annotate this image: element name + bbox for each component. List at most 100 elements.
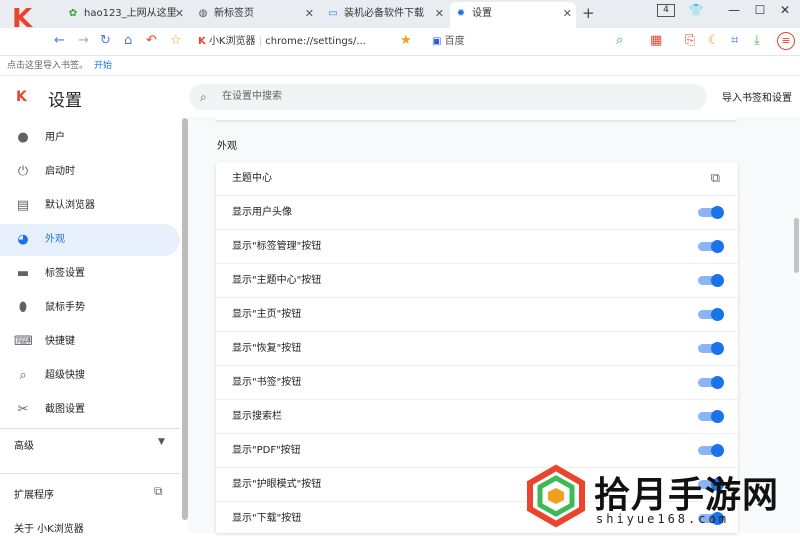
search-engine-box[interactable]: ▣ 百度 [432,31,622,53]
restore-icon[interactable]: ↶ [146,32,157,50]
address-bar[interactable]: K 小K浏览器 | chrome://settings/... [198,31,420,53]
baidu-icon: ▣ [432,36,442,47]
search-engine-label: 百度 [444,36,465,47]
toolbar: ← → ↻ ⌂ ↶ ☆ K 小K浏览器 | chrome://settings/… [0,28,800,56]
shirt-icon[interactable]: 👕 [686,3,706,17]
sidebar-item-super-search[interactable]: ⌕ 超级快搜 [0,360,180,392]
content-scrollbar[interactable] [794,218,799,273]
forward-icon[interactable]: → [78,32,89,50]
pdf-icon[interactable]: ⎘ [685,32,695,50]
sidebar-item-mouse-gesture[interactable]: ⬮ 鼠标手势 [0,292,180,324]
watermark-domain: shiyue168.com [596,512,729,526]
row-label: 显示"书签"按钮 [232,377,302,388]
sidebar-item-tabs[interactable]: ▬ 标签设置 [0,258,180,290]
sidebar-item-advanced[interactable]: 高级 ▼ [14,437,165,452]
row-label: 显示"恢复"按钮 [232,343,302,354]
bookmark-bar: 点击这里导入书签。 开始 [0,56,800,76]
settings-search-input[interactable]: ⌕ 在设置中搜索 [189,84,707,110]
sidebar-item-user[interactable]: ● 用户 [0,122,180,154]
sidebar-item-screenshot[interactable]: ✂ 截图设置 [0,394,180,426]
minimize-button[interactable]: — [724,3,744,17]
show-theme-center-row: 显示"主题中心"按钮 [216,264,738,298]
search-icon: ⌕ [200,90,207,104]
tab-hao123[interactable]: ✿ hao123_上网从这里 ✕ [62,2,188,28]
show-theme-center-toggle[interactable] [698,274,724,287]
bookmark-import-link[interactable]: 开始 [94,61,112,71]
show-restore-toggle[interactable] [698,342,724,355]
tab-count: 4 [663,5,669,15]
external-link-icon[interactable]: ⧉ [711,162,720,196]
address-prefix: 小K浏览器 [208,36,256,47]
previous-section-card [216,117,736,120]
row-label: 显示"下载"按钮 [232,513,302,524]
show-avatar-toggle[interactable] [698,206,724,219]
toggle-knob [711,240,724,253]
tab-software[interactable]: ▭ 装机必备软件下载 ✕ [322,2,448,28]
sidebar-item-extensions[interactable]: 扩展程序 ⧉ [14,484,163,501]
k-logo-icon: K [16,89,27,105]
show-bookmarks-toggle[interactable] [698,376,724,389]
bookmark-star-icon[interactable]: ☆ [170,32,182,50]
close-icon[interactable]: ✕ [563,2,572,26]
crop-icon[interactable]: ⌗ [731,32,738,50]
address-url: chrome://settings/... [265,36,366,47]
tab-settings[interactable]: ✹ 设置 ✕ [450,2,576,28]
import-bookmarks-button[interactable]: 导入书签和设置 [722,89,792,104]
tab-new-tab[interactable]: ◍ 新标签页 ✕ [192,2,318,28]
menu-icon[interactable]: ≡ [777,32,795,50]
favorite-star-icon[interactable]: ★ [400,32,412,50]
search-icon: ⌕ [19,368,27,383]
back-icon[interactable]: ← [54,32,65,50]
sidebar-item-appearance[interactable]: ◕ 外观 [0,224,180,256]
row-label: 显示"主页"按钮 [232,309,302,320]
row-label: 显示"标签管理"按钮 [232,241,322,252]
monitor-icon: ▭ [328,8,338,19]
gear-icon: ✹ [456,8,466,19]
tab-title: 新标签页 [214,8,254,19]
search-placeholder: 在设置中搜索 [222,91,282,102]
sidebar-item-startup[interactable]: ⏻ 启动时 [0,156,180,188]
maximize-button[interactable]: ☐ [750,3,770,17]
tab-strip: ✿ hao123_上网从这里 ✕ ◍ 新标签页 ✕ ▭ 装机必备软件下载 ✕ ✹… [0,0,800,28]
close-icon[interactable]: ✕ [305,2,314,26]
toggle-knob [711,308,724,321]
close-icon[interactable]: ✕ [175,2,184,26]
toggle-knob [711,410,724,423]
scissors-icon: ✂ [17,402,29,417]
show-pdf-toggle[interactable] [698,444,724,457]
theme-center-row[interactable]: 主题中心 ⧉ [216,162,738,196]
sidebar-item-default-browser[interactable]: ▤ 默认浏览器 [0,190,180,222]
home-icon[interactable]: ⌂ [124,32,132,50]
sidebar-item-label: 用户 [45,132,65,143]
show-search-bar-toggle[interactable] [698,410,724,423]
row-label: 显示用户头像 [232,207,292,218]
settings-header: K 设置 ⌕ 在设置中搜索 导入书签和设置 [0,77,800,117]
power-icon: ⏻ [17,164,29,179]
settings-sidebar: ● 用户 ⏻ 启动时 ▤ 默认浏览器 ◕ 外观 ▬ 标签设置 ⬮ 鼠标手势 ⌨ 快捷键 ⌕ 超级… [0,117,188,533]
show-bookmarks-row: 显示"书签"按钮 [216,366,738,400]
eye-care-icon[interactable]: ☾ [708,32,720,50]
download-icon[interactable]: ⤓ [754,32,760,50]
search-icon[interactable]: ⌕ [616,32,623,50]
tab-title: 装机必备软件下载 [344,8,424,19]
show-tab-manager-toggle[interactable] [698,240,724,253]
sidebar-divider [0,428,180,429]
sidebar-item-label: 外观 [45,234,65,245]
keyboard-icon: ⌨ [14,334,33,349]
apps-icon[interactable]: ▦ [650,32,662,50]
sidebar-item-shortcuts[interactable]: ⌨ 快捷键 [0,326,180,358]
tab-icon: ▬ [16,266,30,281]
close-window-button[interactable]: ✕ [775,3,795,17]
mouse-icon: ⬮ [18,300,28,315]
close-icon[interactable]: ✕ [435,2,444,26]
caret-down-icon: ▼ [158,437,165,447]
new-tab-button[interactable]: + [582,4,595,22]
show-restore-row: 显示"恢复"按钮 [216,332,738,366]
show-home-toggle[interactable] [698,308,724,321]
browser-icon: ▤ [16,198,30,213]
reload-icon[interactable]: ↻ [100,32,111,50]
row-label: 主题中心 [232,173,272,184]
section-title: 外观 [217,141,237,152]
tab-count-button[interactable]: 4 [657,4,675,17]
watermark: 拾月手游网 shiyue168.com [522,462,800,533]
